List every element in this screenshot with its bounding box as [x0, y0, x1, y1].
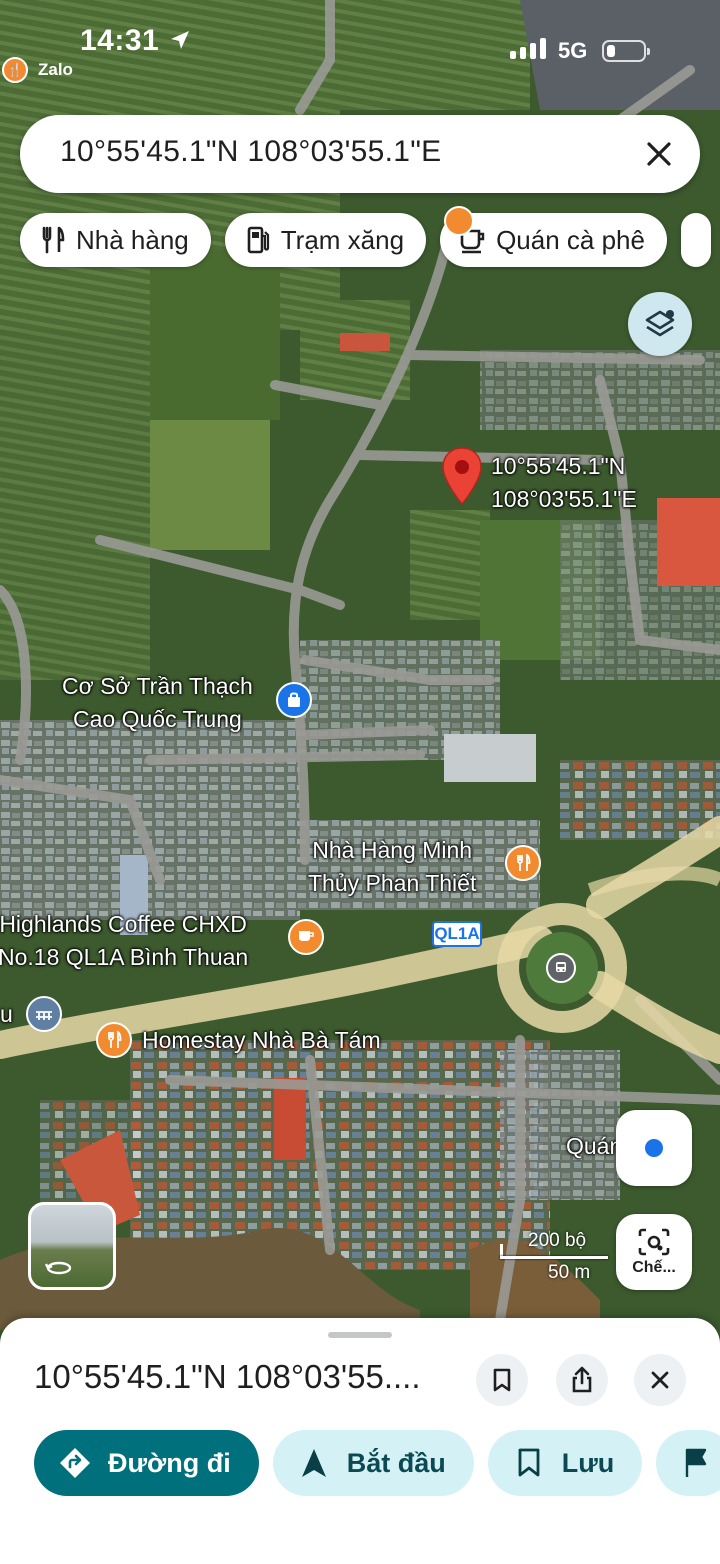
scale-meters: 50 m — [548, 1262, 591, 1283]
directions-icon — [58, 1446, 92, 1480]
bridge-icon[interactable] — [26, 996, 62, 1032]
search-bar[interactable]: 10°55'45.1"N 108°03'55.1"E — [20, 115, 700, 193]
chip-label: Trạm xăng — [280, 224, 405, 255]
poi-label-line: Cao Quốc Trung — [73, 706, 242, 732]
my-location-button[interactable] — [616, 1110, 692, 1186]
chip-gas-stations[interactable]: Trạm xăng — [224, 213, 427, 267]
save-icon-button[interactable] — [476, 1354, 528, 1406]
back-to-app[interactable]: 🍴 Zalo — [0, 52, 73, 88]
restaurant-icon[interactable] — [96, 1022, 132, 1058]
place-title: 10°55'45.1"N 108°03'55.... — [34, 1358, 421, 1395]
share-button[interactable] — [556, 1354, 608, 1406]
directions-button[interactable]: Đường đi — [34, 1430, 259, 1496]
flag-icon — [680, 1446, 714, 1480]
poi-label-line: No.18 QL1A Bình Thuan — [0, 944, 249, 970]
gas-station-icon — [243, 225, 273, 255]
rotate-360-icon — [45, 1261, 72, 1275]
restaurant-icon — [38, 225, 68, 255]
navigation-arrow-icon — [297, 1446, 331, 1480]
poi-label-minh-thuy[interactable]: Nhà Hàng Minh Thủy Phan Thiết — [308, 834, 476, 900]
road-shield-ql1a: QL1A — [432, 921, 482, 947]
lens-button[interactable]: Chế... — [616, 1214, 692, 1290]
dropped-pin-icon[interactable] — [440, 446, 484, 508]
poi-label-line: Nhà Hàng Minh — [312, 837, 473, 863]
pin-label-lat: 10°55'45.1"N — [491, 453, 626, 479]
share-icon — [572, 1366, 592, 1393]
chip-label: Quán cà phê — [496, 224, 645, 255]
chip-restaurants[interactable]: Nhà hàng — [20, 213, 211, 267]
start-label: Bắt đầu — [346, 1447, 446, 1478]
signal-icon — [510, 38, 546, 59]
poi-label-line: Thủy Phan Thiết — [308, 870, 477, 896]
coffee-icon[interactable] — [444, 206, 474, 236]
network-type: 5G — [558, 38, 588, 63]
coffee-icon[interactable] — [288, 919, 324, 955]
poi-label-line: Highlands Coffee CHXD — [0, 911, 247, 937]
layers-button[interactable] — [628, 292, 692, 356]
back-app-label: Zalo — [38, 60, 73, 79]
poi-label-line: Cơ Sở Trần Thạch — [62, 673, 253, 699]
category-chips: Nhà hàng Trạm xăng Quán cà phê — [20, 213, 711, 267]
pin-coordinates-label: 10°55'45.1"N 108°03'55.1"E — [491, 450, 637, 516]
camera-search-icon — [638, 1228, 670, 1256]
street-view-thumbnail[interactable] — [28, 1202, 116, 1290]
poi-label-left-partial[interactable]: u — [0, 998, 13, 1031]
close-icon — [651, 1371, 669, 1389]
directions-label: Đường đi — [108, 1447, 231, 1478]
bookmark-icon — [493, 1368, 511, 1392]
layers-icon — [645, 310, 675, 337]
lens-label: Chế... — [632, 1259, 676, 1276]
chip-coffee[interactable]: Quán cà phê — [440, 213, 667, 267]
search-query[interactable]: 10°55'45.1"N 108°03'55.1"E — [60, 135, 442, 169]
save-button[interactable]: Lưu — [487, 1430, 643, 1496]
status-time: 14:31 — [80, 24, 160, 57]
poi-label-tran-thach[interactable]: Cơ Sở Trần Thạch Cao Quốc Trung — [62, 670, 253, 736]
close-sheet-button[interactable] — [634, 1354, 686, 1406]
location-arrow-icon — [171, 31, 189, 49]
pin-label-lng: 108°03'55.1"E — [491, 486, 637, 512]
status-bar: 14:31 🍴 Zalo 5G — [0, 0, 720, 92]
restaurant-icon: 🍴 — [2, 57, 28, 83]
shopping-bag-icon[interactable] — [276, 682, 312, 718]
my-location-icon — [645, 1139, 663, 1157]
start-button[interactable]: Bắt đầu — [272, 1430, 474, 1496]
bus-stop-icon[interactable] — [546, 953, 576, 983]
poi-label-homestay[interactable]: Homestay Nhà Bà Tám — [142, 1024, 381, 1057]
scale-bar: 200 bộ 50 m — [500, 1230, 610, 1286]
close-icon[interactable] — [638, 133, 680, 175]
chip-label: Nhà hàng — [76, 224, 189, 255]
battery-icon — [602, 40, 650, 62]
label-button[interactable] — [656, 1430, 720, 1496]
poi-label-highlands[interactable]: Highlands Coffee CHXD No.18 QL1A Bình Th… — [0, 908, 248, 974]
bookmark-icon — [512, 1446, 546, 1480]
scale-feet: 200 bộ — [528, 1230, 587, 1251]
chip-more[interactable] — [680, 213, 711, 267]
sheet-drag-handle[interactable] — [328, 1332, 392, 1338]
action-buttons: Đường đi Bắt đầu Lưu — [34, 1430, 720, 1496]
save-label: Lưu — [561, 1447, 615, 1478]
restaurant-icon[interactable] — [505, 845, 541, 881]
